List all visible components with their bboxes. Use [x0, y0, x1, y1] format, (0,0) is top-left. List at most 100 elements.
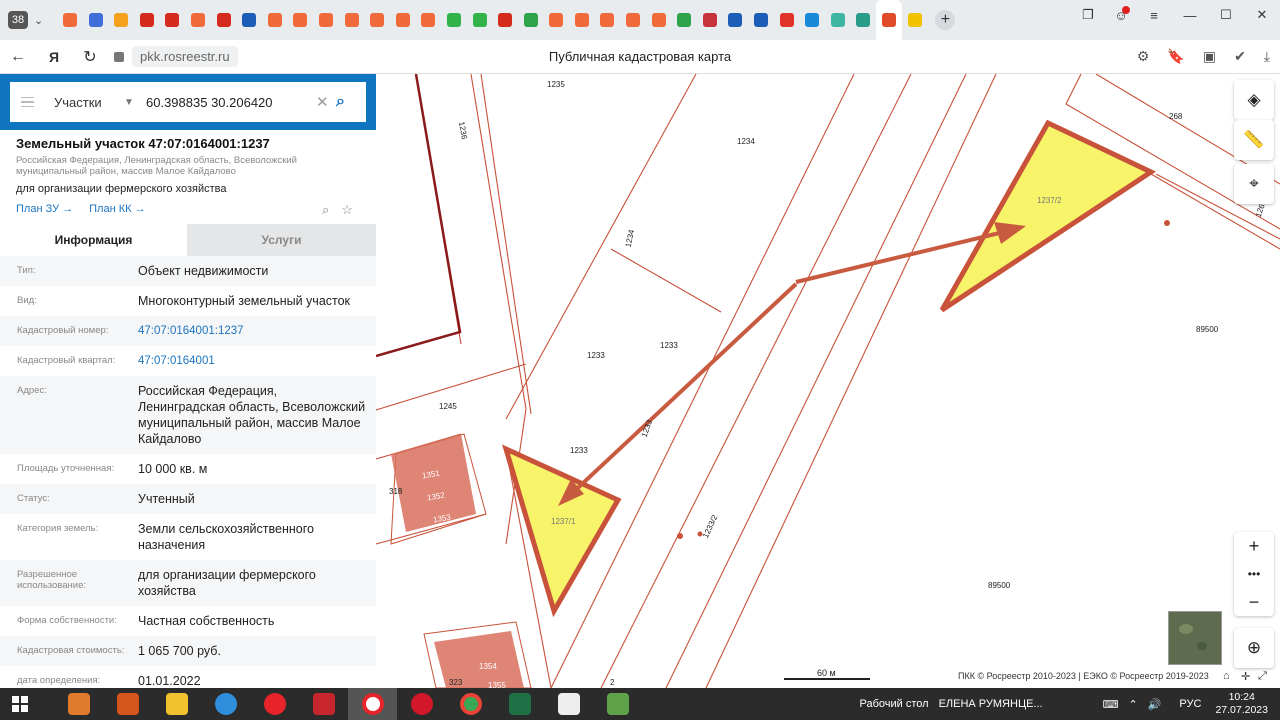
taskbar-app-excel[interactable]: [495, 688, 544, 720]
browser-tab-favicon[interactable]: [467, 0, 493, 40]
tab-information[interactable]: Информация: [0, 224, 187, 256]
browser-tab-favicon[interactable]: [646, 0, 672, 40]
browser-tab-favicon[interactable]: [697, 0, 723, 40]
browser-tab-favicon[interactable]: [620, 0, 646, 40]
browser-tab-favicon[interactable]: [211, 0, 237, 40]
downloads-icon[interactable]: ⤓: [1264, 48, 1270, 65]
browser-tab-favicon[interactable]: [569, 0, 595, 40]
browser-tab-favicon[interactable]: [390, 0, 416, 40]
cadastral-map[interactable]: 1235 1236 1234 1234 268 1237/2 1269 8950…: [376, 74, 1280, 688]
extensions-icon[interactable]: ⚙: [1137, 48, 1150, 65]
browser-tab-favicon[interactable]: [185, 0, 211, 40]
menu-icon[interactable]: ≡: [1136, 0, 1172, 30]
browser-tab-favicon[interactable]: [416, 0, 442, 40]
fullscreen-icon[interactable]: ⤢: [1258, 670, 1267, 683]
browser-tab-favicon[interactable]: [518, 0, 544, 40]
url-field[interactable]: pkk.rosreestr.ru: [132, 46, 238, 67]
taskbar-app-ie[interactable]: [201, 688, 250, 720]
browser-tab-favicon[interactable]: [313, 0, 339, 40]
taskbar-app-yandex-browser[interactable]: [348, 688, 397, 720]
chevron-down-icon[interactable]: ▼: [124, 97, 142, 108]
minimize-button[interactable]: —: [1172, 0, 1208, 30]
menu-hamburger-icon[interactable]: [10, 96, 44, 108]
browser-tab-favicon[interactable]: [57, 0, 83, 40]
keyboard-icon[interactable]: ⌨: [1103, 698, 1119, 711]
taskbar-app-yandex[interactable]: [250, 688, 299, 720]
clock[interactable]: 10:24 27.07.2023: [1215, 691, 1268, 717]
info-row-value[interactable]: 47:07:0164001: [138, 353, 366, 369]
plan-zu-link[interactable]: План ЗУ →: [16, 203, 73, 215]
compass-icon[interactable]: ⊕: [1234, 628, 1274, 668]
volume-icon[interactable]: 🔊: [1148, 698, 1162, 711]
zoom-in-button[interactable]: +: [1234, 532, 1274, 560]
favicon-icon: [907, 13, 922, 27]
browser-tab-favicon[interactable]: [595, 0, 621, 40]
clear-icon[interactable]: ✕: [316, 93, 336, 111]
browser-tab-favicon[interactable]: [236, 0, 262, 40]
bookmarks-icon[interactable]: ❐: [1070, 0, 1106, 30]
taskbar-app-documents[interactable]: [103, 688, 152, 720]
browser-tab-favicon[interactable]: [108, 0, 134, 40]
reader-icon[interactable]: ▣: [1203, 48, 1216, 65]
measure-ruler-icon[interactable]: 📏: [1234, 120, 1274, 160]
browser-tab-favicon[interactable]: [723, 0, 749, 40]
map-canvas[interactable]: [376, 74, 1280, 688]
back-button[interactable]: ←: [0, 40, 36, 74]
browser-tab-favicon[interactable]: [748, 0, 774, 40]
taskbar-app-home[interactable]: [544, 688, 593, 720]
new-tab-button[interactable]: +: [935, 10, 956, 30]
tab-count-badge[interactable]: 38: [8, 11, 28, 29]
user-toolbar[interactable]: ЕЛЕНА РУМЯНЦЕ...: [939, 698, 1043, 710]
more-icon[interactable]: •••: [1234, 560, 1274, 588]
search-type-select[interactable]: Участки: [54, 95, 124, 110]
tabs-dropdown-icon[interactable]: ⌄: [34, 14, 43, 27]
zoom-to-icon[interactable]: ⌕: [322, 202, 329, 218]
browser-tab-favicon[interactable]: [160, 0, 186, 40]
layers-icon[interactable]: ◈: [1234, 80, 1274, 120]
browser-tab-favicon[interactable]: [671, 0, 697, 40]
browser-tab-favicon[interactable]: [825, 0, 851, 40]
language-indicator[interactable]: РУС: [1179, 698, 1201, 710]
browser-tab-favicon[interactable]: [364, 0, 390, 40]
taskbar-app-chrome[interactable]: [446, 688, 495, 720]
browser-tab-favicon[interactable]: [902, 0, 928, 40]
yandex-icon[interactable]: Я: [36, 40, 72, 74]
bookmark-icon[interactable]: 🔖: [1167, 48, 1184, 65]
maximize-button[interactable]: ☐: [1208, 0, 1244, 30]
profile-icon[interactable]: ☺: [1106, 0, 1136, 30]
protect-icon[interactable]: ✔: [1234, 48, 1246, 65]
search-input[interactable]: 60.398835 30.206420: [146, 95, 316, 110]
browser-tab-favicon[interactable]: [799, 0, 825, 40]
tray-up-icon[interactable]: ⌃: [1128, 698, 1137, 711]
close-window-button[interactable]: ✕: [1244, 0, 1280, 30]
crosshair-icon[interactable]: ✛: [1241, 670, 1250, 683]
tab-services[interactable]: Услуги: [187, 224, 376, 256]
browser-tab-favicon[interactable]: [339, 0, 365, 40]
home-icon[interactable]: ⌂: [1223, 670, 1230, 682]
browser-tab-favicon[interactable]: [134, 0, 160, 40]
browser-tab-favicon[interactable]: [544, 0, 570, 40]
browser-tab-favicon[interactable]: [492, 0, 518, 40]
browser-tab-favicon[interactable]: [441, 0, 467, 40]
minimap-thumbnail[interactable]: [1168, 611, 1222, 665]
search-icon[interactable]: ⌕: [336, 93, 366, 111]
browser-tab-favicon[interactable]: [876, 0, 902, 40]
taskbar-app-photos[interactable]: [54, 688, 103, 720]
browser-tab-favicon[interactable]: [774, 0, 800, 40]
browser-tab-favicon[interactable]: [83, 0, 109, 40]
favorite-star-icon[interactable]: ☆: [341, 202, 353, 218]
browser-tab-favicon[interactable]: [851, 0, 877, 40]
info-row-value[interactable]: 47:07:0164001:1237: [138, 323, 366, 339]
plan-kk-link[interactable]: План КК →: [89, 203, 145, 215]
locate-icon[interactable]: ⌖: [1234, 164, 1274, 204]
desktop-toolbar[interactable]: Рабочий стол: [860, 698, 929, 710]
browser-tab-favicon[interactable]: [262, 0, 288, 40]
browser-tab-favicon[interactable]: [288, 0, 314, 40]
taskbar-app-opera[interactable]: [397, 688, 446, 720]
reload-button[interactable]: ↻: [72, 40, 108, 74]
taskbar-app-network[interactable]: [593, 688, 642, 720]
taskbar-app-explorer[interactable]: [152, 688, 201, 720]
taskbar-app-acrobat[interactable]: [299, 688, 348, 720]
zoom-out-button[interactable]: −: [1234, 588, 1274, 616]
start-button[interactable]: [0, 688, 40, 720]
